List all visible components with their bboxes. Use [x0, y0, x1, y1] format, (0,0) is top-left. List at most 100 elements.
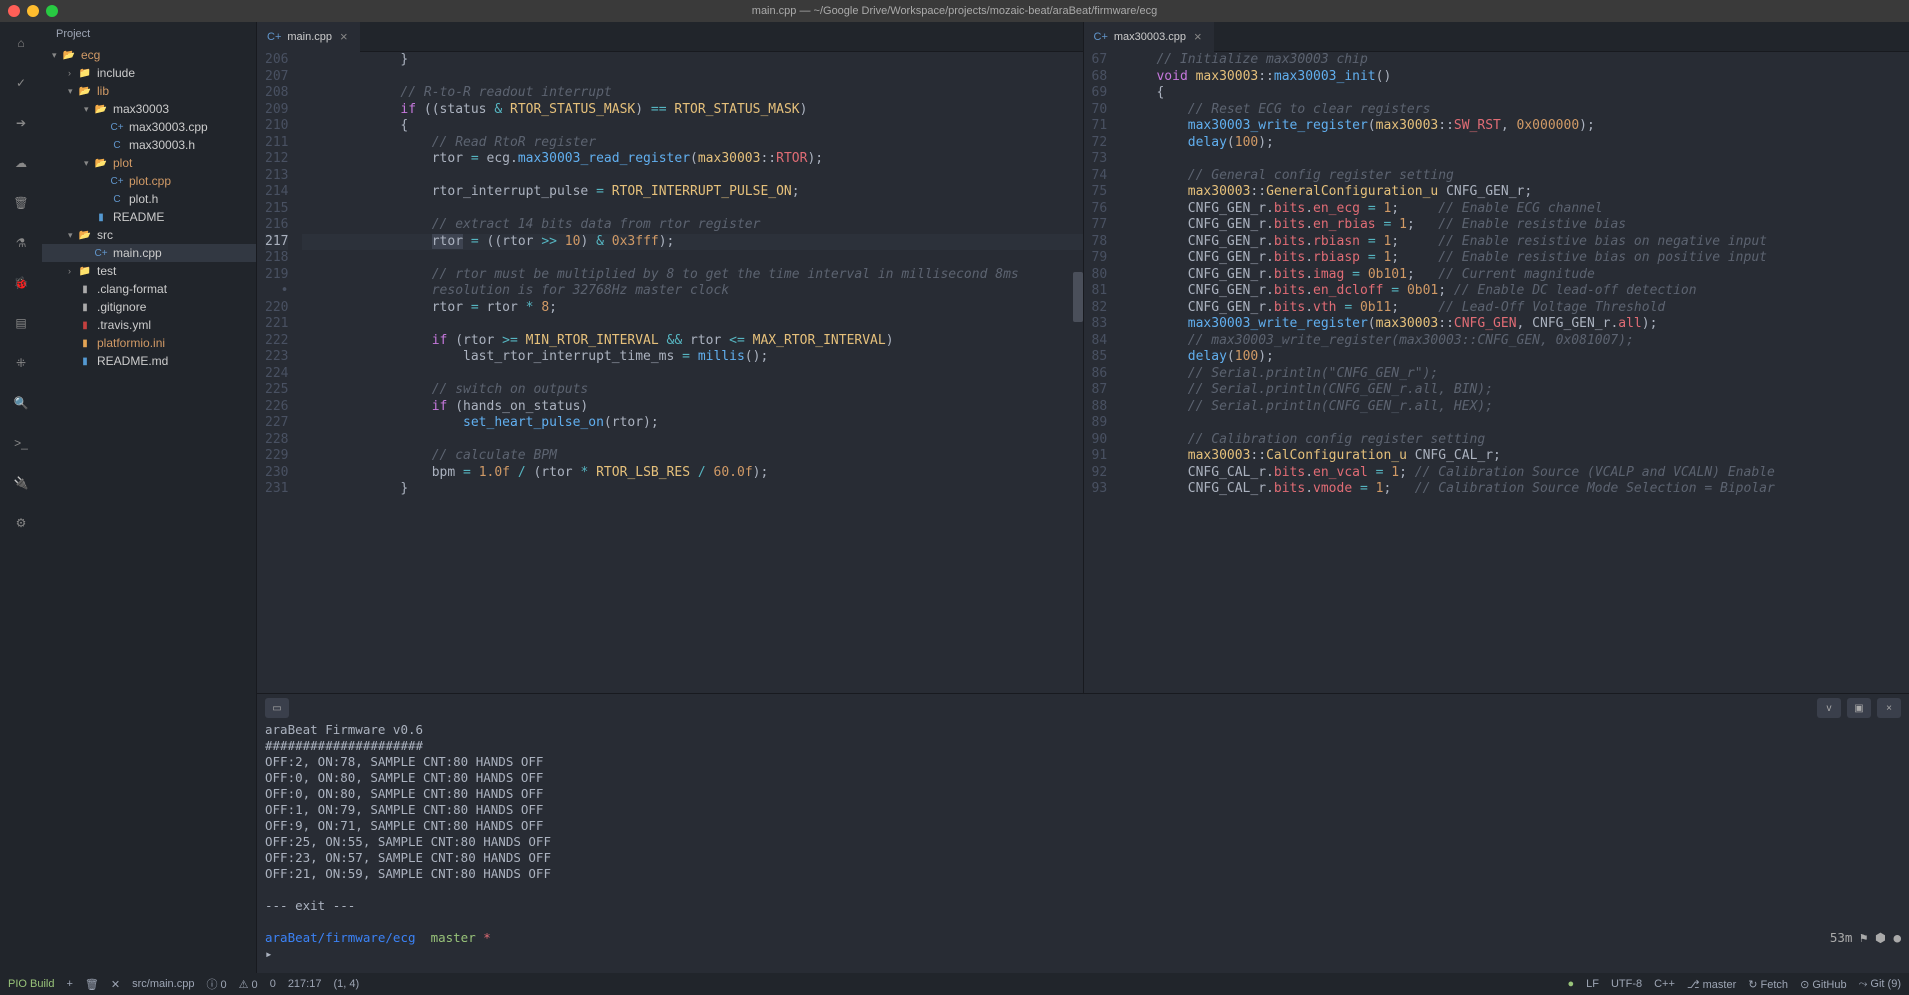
tree-item-label: max30003: [113, 102, 169, 116]
minimize-window-button[interactable]: [27, 5, 39, 17]
new-terminal-button[interactable]: +: [66, 978, 72, 990]
git-status[interactable]: ⤳ Git (9): [1859, 978, 1901, 991]
close-button[interactable]: ✕: [111, 978, 120, 991]
tab-bar-right: C+ max30003.cpp ×: [1084, 22, 1909, 52]
close-icon[interactable]: ×: [1192, 29, 1204, 44]
folder-open-icon: 📂: [62, 48, 76, 62]
tree-item-label: main.cpp: [113, 246, 162, 260]
tree-item[interactable]: ▮.gitignore: [42, 298, 256, 316]
terminal-line: OFF:0, ON:80, SAMPLE CNT:80 HANDS OFF: [265, 786, 1901, 802]
flask-icon[interactable]: ⚗: [10, 232, 32, 254]
tree-item-label: plot: [113, 156, 132, 170]
tree-item[interactable]: C+plot.cpp: [42, 172, 256, 190]
tree-item[interactable]: Cplot.h: [42, 190, 256, 208]
file-icon: C: [110, 138, 124, 152]
current-file[interactable]: src/main.cpp: [132, 978, 194, 990]
terminal-panel: ▭ v ▣ × araBeat Firmware v0.6###########…: [257, 693, 1909, 973]
list-icon[interactable]: ▤: [10, 312, 32, 334]
tree-item-label: plot.cpp: [129, 174, 171, 188]
titlebar: main.cpp — ~/Google Drive/Workspace/proj…: [0, 0, 1909, 22]
close-window-button[interactable]: [8, 5, 20, 17]
arrow-right-icon[interactable]: ➔: [10, 112, 32, 134]
tree-item[interactable]: ▾📂ecg: [42, 46, 256, 64]
terminal-line: OFF:9, ON:71, SAMPLE CNT:80 HANDS OFF: [265, 818, 1901, 834]
tree-item[interactable]: ▮ platformio.ini: [42, 334, 256, 352]
spark-icon[interactable]: ⁜: [10, 352, 32, 374]
tree-item[interactable]: ▾📂lib: [42, 82, 256, 100]
terminal-line: OFF:0, ON:80, SAMPLE CNT:80 HANDS OFF: [265, 770, 1901, 786]
tab-max30003-cpp[interactable]: C+ max30003.cpp ×: [1084, 22, 1214, 52]
file-icon: ▮: [78, 336, 92, 350]
file-icon: C: [110, 192, 124, 206]
search-icon[interactable]: 🔍: [10, 392, 32, 414]
diagnostics-count[interactable]: 0: [270, 978, 276, 990]
tree-item[interactable]: Cmax30003.h: [42, 136, 256, 154]
git-fetch[interactable]: ↻ Fetch: [1748, 978, 1788, 991]
language-mode[interactable]: C++: [1654, 978, 1675, 990]
code-editor-right[interactable]: 6768697071727374757677787980818283848586…: [1084, 52, 1909, 693]
tab-main-cpp[interactable]: C+ main.cpp ×: [257, 22, 360, 52]
terminal-selector-button[interactable]: ▭: [265, 698, 289, 718]
terminal-line: [265, 882, 1901, 898]
bug-icon[interactable]: 🐞: [10, 272, 32, 294]
home-icon[interactable]: ⌂: [10, 32, 32, 54]
terminal-output[interactable]: araBeat Firmware v0.6###################…: [257, 722, 1909, 973]
git-branch[interactable]: ⎇ master: [1687, 978, 1736, 991]
terminal-header: ▭ v ▣ ×: [257, 694, 1909, 722]
pio-build-button[interactable]: PIO Build: [8, 978, 54, 990]
tree-item[interactable]: C+ max30003.cpp: [42, 118, 256, 136]
line-ending[interactable]: LF: [1586, 978, 1599, 990]
cursor-position[interactable]: 217:17: [288, 978, 322, 990]
folder-open-icon: 📂: [78, 84, 92, 98]
file-icon: ▮: [78, 318, 92, 332]
file-icon: C+: [110, 120, 124, 134]
tree-item[interactable]: ▮README.md: [42, 352, 256, 370]
tree-item[interactable]: ›📁include: [42, 64, 256, 82]
tree-item[interactable]: ▮.clang-format: [42, 280, 256, 298]
tree-item[interactable]: ›📁test: [42, 262, 256, 280]
github-link[interactable]: ⊙ GitHub: [1800, 978, 1847, 991]
trash-button[interactable]: 🗑: [85, 978, 99, 991]
editor-pane-right: C+ max30003.cpp × 6768697071727374757677…: [1084, 22, 1909, 693]
terminal-line: --- exit ---: [265, 898, 1901, 914]
terminal-line: OFF:21, ON:59, SAMPLE CNT:80 HANDS OFF: [265, 866, 1901, 882]
terminal-line: OFF:23, ON:57, SAMPLE CNT:80 HANDS OFF: [265, 850, 1901, 866]
chevron-down-icon[interactable]: v: [1817, 698, 1841, 718]
trash-icon[interactable]: 🗑: [10, 192, 32, 214]
file-tree[interactable]: ▾📂ecg›📁include▾📂lib▾📂max30003C+max30003.…: [42, 46, 256, 973]
prompt-cursor[interactable]: ▸: [265, 946, 1901, 962]
cloud-upload-icon[interactable]: ☁: [10, 152, 32, 174]
tab-bar-left: C+ main.cpp ×: [257, 22, 1083, 52]
terminal-icon[interactable]: >_: [10, 432, 32, 454]
sidebar-header: Project: [42, 22, 256, 46]
chevron-icon: ▾: [84, 104, 94, 115]
encoding[interactable]: UTF-8: [1611, 978, 1642, 990]
tree-item[interactable]: ▮ .travis.yml: [42, 316, 256, 334]
check-icon[interactable]: ✓: [10, 72, 32, 94]
code-editor-left[interactable]: 2062072082092102112122132142152162172182…: [257, 52, 1083, 693]
tree-item-label: platformio.ini: [97, 336, 165, 350]
maximize-window-button[interactable]: [46, 5, 58, 17]
file-icon: ▮: [78, 282, 92, 296]
chevron-icon: ›: [68, 68, 78, 78]
cpp-file-icon: C+: [267, 31, 281, 43]
scrollbar-thumb[interactable]: [1073, 272, 1083, 322]
tree-item[interactable]: ▾📂 max30003: [42, 100, 256, 118]
close-panel-icon[interactable]: ×: [1877, 698, 1901, 718]
maximize-panel-icon[interactable]: ▣: [1847, 698, 1871, 718]
terminal-line: #####################: [265, 738, 1901, 754]
tree-item-label: .travis.yml: [97, 318, 151, 332]
plug-icon[interactable]: 🔌: [10, 472, 32, 494]
tree-item-label: max30003.cpp: [129, 120, 208, 134]
tree-item[interactable]: ▾📂plot: [42, 154, 256, 172]
tree-item[interactable]: C+main.cpp: [42, 244, 256, 262]
folder-open-icon: 📂: [94, 102, 108, 116]
sync-indicator[interactable]: ●: [1567, 978, 1574, 990]
close-icon[interactable]: ×: [338, 29, 350, 44]
tree-item[interactable]: ▾📂src: [42, 226, 256, 244]
gear-icon[interactable]: ⚙: [10, 512, 32, 534]
diagnostics-info[interactable]: ⓘ 0: [206, 976, 226, 992]
tree-item[interactable]: ▮README: [42, 208, 256, 226]
tab-label: main.cpp: [287, 31, 332, 43]
diagnostics-warn[interactable]: ⚠ 0: [239, 978, 258, 991]
